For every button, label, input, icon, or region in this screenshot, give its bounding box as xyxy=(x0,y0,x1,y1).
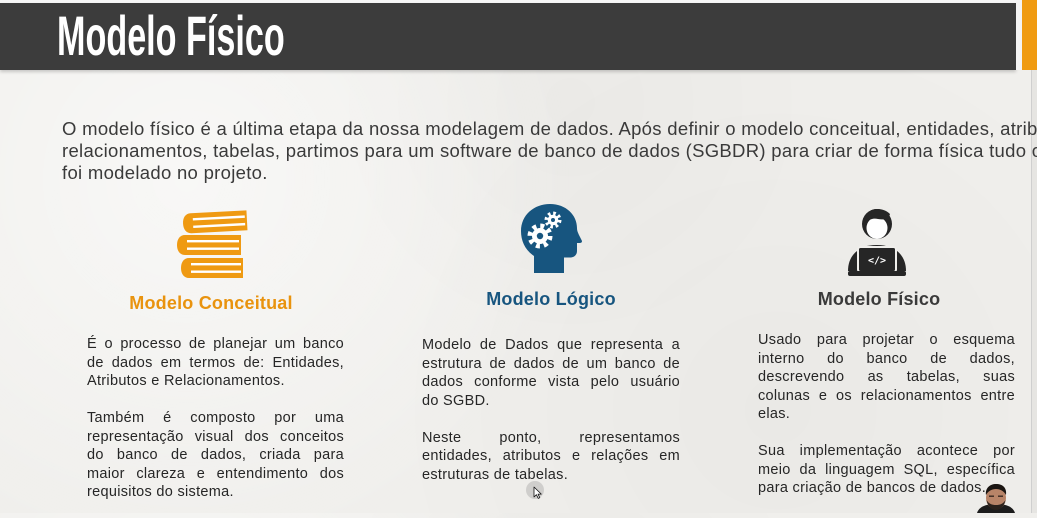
title-modelo-conceitual: Modelo Conceitual xyxy=(129,293,293,313)
intro-line: O modelo físico é a última etapa da noss… xyxy=(62,118,1037,139)
intro-line: foi modelado no projeto. xyxy=(62,162,268,183)
title-modelo-fisico: Modelo Físico xyxy=(817,289,941,309)
paragraph-line: interno do banco de dados, xyxy=(758,350,1015,367)
head-gears-icon xyxy=(520,203,582,273)
title-modelo-logico: Modelo Lógico xyxy=(486,289,616,309)
paragraph-line: É o processo de planejar um banco xyxy=(87,336,344,352)
code-tag-label: </> xyxy=(868,256,886,267)
paragraph-line: requisitos do sistema. xyxy=(87,484,234,500)
paragraph-line: de dados em termos de: Entidades, xyxy=(87,354,344,371)
paragraph-line: dados conforme vista pelo usuário xyxy=(422,374,680,390)
paragraph-line: maior clareza e entendimento dos xyxy=(87,465,344,482)
intro-paragraph: O modelo físico é a última etapa da noss… xyxy=(62,118,1037,184)
paragraph-line: meio da linguagem SQL, específica xyxy=(758,461,1015,478)
paragraph: Também é composto por uma representação … xyxy=(87,409,344,502)
paragraph-line: estruturas de tabelas. xyxy=(422,466,569,483)
paragraph-line: entidades, atributos e relações em xyxy=(422,448,680,464)
mouse-cursor-icon xyxy=(533,486,542,499)
paragraph: Modelo de Dados que representa a estrutu… xyxy=(422,336,680,410)
paragraph-line: Atributos e Relacionamentos. xyxy=(87,373,285,389)
presenter-webcam xyxy=(975,483,1017,513)
accent-strip xyxy=(1022,0,1037,70)
paragraph-line: Modelo de Dados que representa a xyxy=(422,337,680,353)
paragraph-line: Neste ponto, representamos xyxy=(422,429,680,446)
paragraph-line: Usado para projetar o esquema xyxy=(758,332,1015,348)
paragraph: Neste ponto, representamos entidades, at… xyxy=(422,429,680,485)
slide-title: Modelo Físico xyxy=(57,4,285,67)
paragraph-line: elas. xyxy=(758,406,791,422)
paragraph: Usado para projetar o esquema interno do… xyxy=(758,331,1015,424)
column-conceitual-text: É o processo de planejar um banco de dad… xyxy=(87,335,344,502)
developer-laptop-icon: </> xyxy=(845,205,909,277)
column-logico-text: Modelo de Dados que representa a estrutu… xyxy=(422,336,680,484)
paragraph-line: do banco de dados, criada para xyxy=(87,447,344,463)
paragraph-line: Sua implementação acontece por xyxy=(758,443,1015,459)
paragraph-line: representação visual dos conceitos xyxy=(87,428,344,445)
intro-line: relacionamentos, tabelas, partimos para … xyxy=(62,140,1037,161)
paragraph-line: descrevendo as tabelas, suas xyxy=(758,369,1015,385)
paragraph-line: estrutura de dados de um banco de xyxy=(422,355,680,372)
paragraph-line: Também é composto por uma xyxy=(87,410,344,426)
column-fisico-text: Usado para projetar o esquema interno do… xyxy=(758,331,1015,498)
paragraph: É o processo de planejar um banco de dad… xyxy=(87,335,344,391)
paragraph-line: colunas e os relacionamentos entre xyxy=(758,387,1015,404)
paragraph-line: do SGBD. xyxy=(422,392,490,409)
books-icon xyxy=(173,210,249,280)
